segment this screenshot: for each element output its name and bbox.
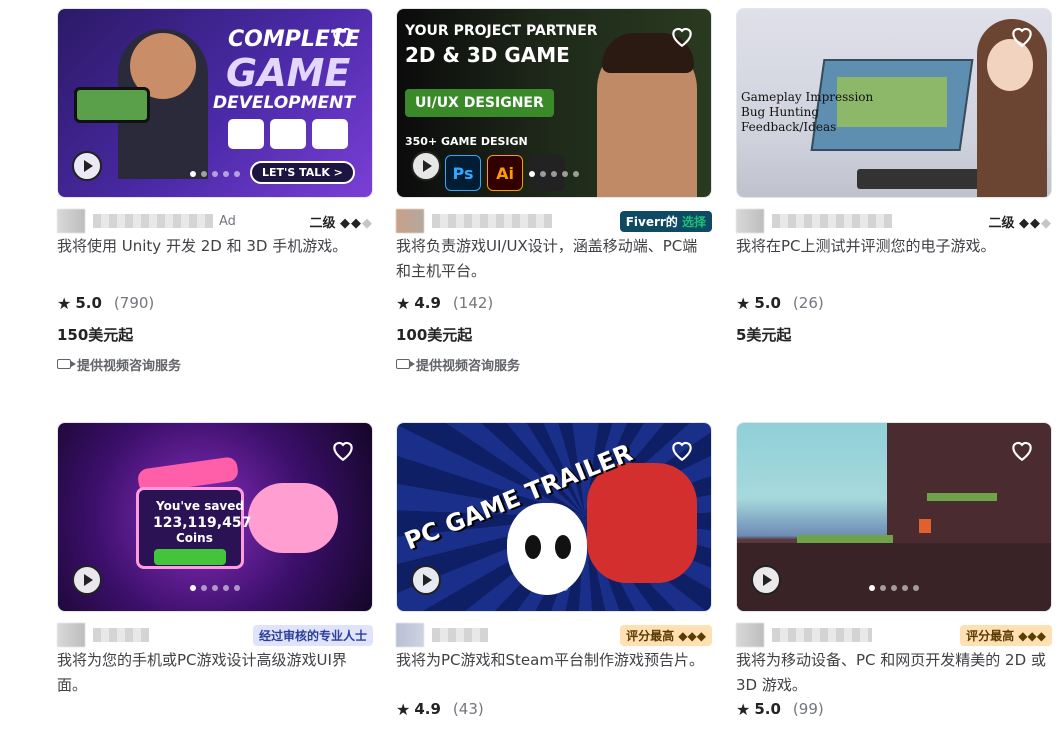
play-video-icon[interactable] — [411, 151, 441, 181]
gig-title[interactable]: 我将为移动设备、PC 和网页开发精美的 2D 或 3D 游戏。 — [736, 648, 1052, 698]
review-count: (790) — [113, 294, 155, 312]
review-count: (26) — [792, 294, 824, 312]
gig-card-6[interactable]: 评分最高 ◆◆◆ 我将为移动设备、PC 和网页开发精美的 2D 或 3D 游戏。… — [736, 422, 1052, 720]
gig-title[interactable]: 我将使用 Unity 开发 2D 和 3D 手机游戏。 — [57, 234, 373, 284]
avatar[interactable] — [736, 209, 764, 233]
gig-card-4[interactable]: You've saved 123,119,457 Coins 经过审核的专业人士… — [57, 422, 373, 698]
thumb-line: Gameplay Impression — [741, 90, 874, 104]
avatar[interactable] — [396, 623, 424, 647]
photoshop-icon: Ps — [445, 155, 481, 191]
thumb-title-line: UI/UX DESIGNER — [405, 89, 554, 117]
top-rated-badge: 评分最高 ◆◆◆ — [620, 624, 712, 646]
gig-card-3[interactable]: Gameplay Impression Bug Hunting Feedback… — [736, 8, 1052, 346]
seller-name[interactable] — [432, 628, 488, 642]
gig-title[interactable]: 我将为您的手机或PC游戏设计高级游戏UI界面。 — [57, 648, 373, 698]
heart-icon[interactable] — [330, 23, 356, 49]
carousel-dots — [540, 585, 568, 591]
gig-thumbnail[interactable] — [736, 422, 1052, 612]
play-video-icon[interactable] — [72, 565, 102, 595]
heart-icon[interactable] — [330, 437, 356, 463]
carousel-dots — [529, 171, 579, 177]
review-count: (99) — [792, 700, 824, 718]
top-rated-badge: 评分最高 ◆◆◆ — [960, 624, 1052, 646]
video-camera-icon — [396, 359, 415, 369]
seller-name[interactable] — [432, 214, 552, 228]
play-store-icon — [228, 119, 264, 149]
gig-thumbnail[interactable]: YOUR PROJECT PARTNER 2D & 3D GAME UI/UX … — [396, 8, 712, 198]
star-icon: ★ — [396, 699, 411, 719]
thumb-line: Feedback/Ideas — [741, 120, 837, 134]
gig-card-1[interactable]: COMPLETE GAME DEVELOPMENT LET'S TALK > A… — [57, 8, 373, 374]
ad-label: Ad — [219, 213, 236, 229]
avatar[interactable] — [57, 623, 85, 647]
star-icon: ★ — [736, 699, 751, 719]
price[interactable]: 100美元起 — [396, 324, 712, 346]
vetted-pro-badge: 经过审核的专业人士 — [252, 624, 373, 646]
heart-icon[interactable] — [669, 437, 695, 463]
video-consultation: 提供视频咨询服务 — [57, 354, 373, 374]
rating: ★ 5.0 (26) — [736, 293, 824, 313]
gig-thumbnail[interactable]: COMPLETE GAME DEVELOPMENT LET'S TALK > — [57, 8, 373, 198]
seller-level: 二级 ◆◆◆ — [309, 215, 373, 231]
thumb-title-line: DEVELOPMENT — [213, 93, 355, 113]
price[interactable]: 5美元起 — [736, 324, 1052, 346]
gig-thumbnail[interactable]: Gameplay Impression Bug Hunting Feedback… — [736, 8, 1052, 198]
star-icon: ★ — [57, 293, 72, 313]
video-camera-icon — [57, 359, 76, 369]
play-video-icon[interactable] — [751, 565, 781, 595]
thumb-cta: LET'S TALK > — [250, 161, 355, 184]
avatar[interactable] — [396, 209, 424, 233]
avatar[interactable] — [736, 623, 764, 647]
review-count: (142) — [452, 294, 494, 312]
gig-title[interactable]: 我将为PC游戏和Steam平台制作游戏预告片。 — [396, 648, 712, 698]
thumb-title-line: GAME — [226, 51, 351, 95]
carousel-dots — [869, 585, 919, 591]
seller-name[interactable] — [772, 214, 892, 228]
star-icon: ★ — [736, 293, 751, 313]
thumb-line: You've saved — [156, 499, 244, 513]
thumb-line: Coins — [176, 531, 213, 545]
price[interactable]: 150美元起 — [57, 324, 373, 346]
gig-card-2[interactable]: YOUR PROJECT PARTNER 2D & 3D GAME UI/UX … — [396, 8, 712, 374]
seller-name[interactable] — [93, 214, 213, 228]
app-store-icon — [270, 119, 306, 149]
thumb-line: 123,119,457 — [153, 515, 252, 531]
rating: ★ 5.0 (790) — [57, 293, 155, 313]
steam-icon — [312, 119, 348, 149]
gig-title[interactable]: 我将在PC上测试并评测您的电子游戏。 — [736, 234, 1052, 284]
avatar[interactable] — [57, 209, 85, 233]
seller-name[interactable] — [93, 628, 149, 642]
thumb-title-line: 350+ GAME DESIGN — [405, 135, 528, 148]
gig-thumbnail[interactable]: You've saved 123,119,457 Coins — [57, 422, 373, 612]
thumb-title-line: 2D & 3D GAME — [405, 43, 570, 67]
star-icon: ★ — [396, 293, 411, 313]
thumb-line: Bug Hunting — [741, 105, 820, 119]
rating: ★ 4.9 (43) — [396, 699, 484, 719]
heart-icon[interactable] — [1009, 437, 1035, 463]
seller-level: 二级 ◆◆◆ — [988, 215, 1052, 231]
gig-thumbnail[interactable]: PC GAME TRAILER — [396, 422, 712, 612]
heart-icon[interactable] — [1009, 23, 1035, 49]
review-count: (43) — [452, 700, 484, 718]
carousel-dots — [190, 171, 240, 177]
rating: ★ 5.0 (99) — [736, 699, 824, 719]
thumb-title-line: YOUR PROJECT PARTNER — [405, 23, 598, 39]
fiverrs-choice-badge: Fiverr的 选择 — [619, 210, 712, 232]
illustrator-icon: Ai — [487, 155, 523, 191]
play-video-icon[interactable] — [411, 565, 441, 595]
video-consultation: 提供视频咨询服务 — [396, 354, 712, 374]
seller-name[interactable] — [772, 628, 872, 642]
heart-icon[interactable] — [669, 23, 695, 49]
gig-card-5[interactable]: PC GAME TRAILER 评分最高 ◆◆◆ 我将为PC游戏和Steam平台… — [396, 422, 712, 720]
carousel-dots — [190, 585, 240, 591]
rating: ★ 4.9 (142) — [396, 293, 494, 313]
gig-title[interactable]: 我将负责游戏UI/UX设计，涵盖移动端、PC端和主机平台。 — [396, 234, 712, 284]
play-video-icon[interactable] — [72, 151, 102, 181]
